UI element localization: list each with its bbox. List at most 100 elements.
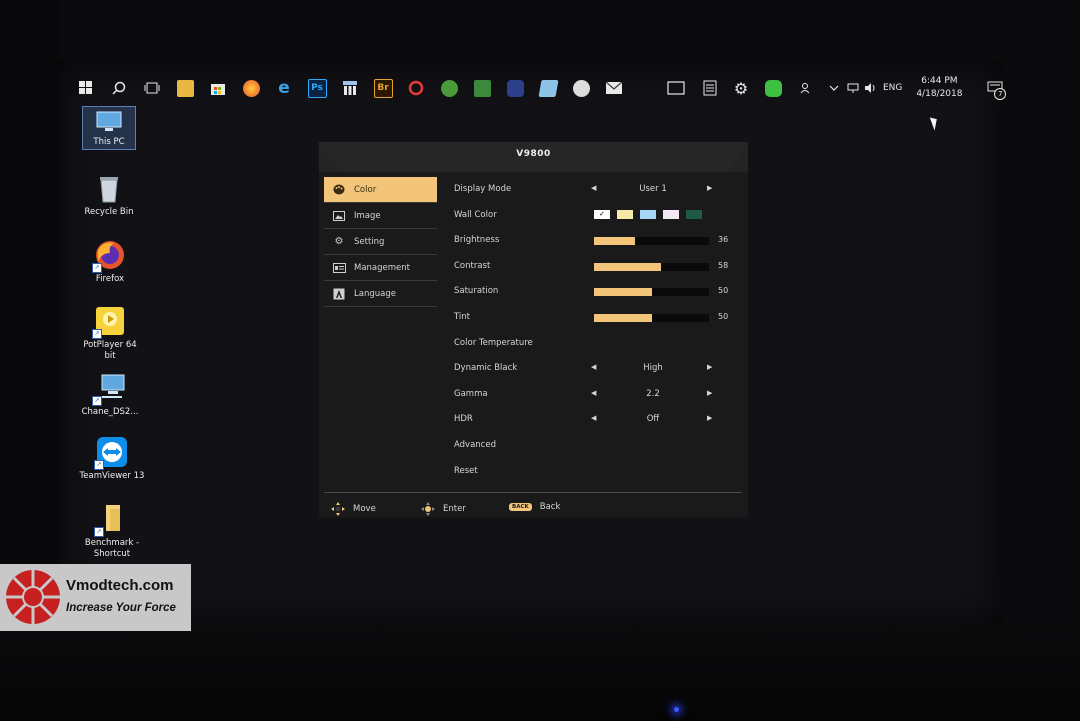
chevron-up-icon[interactable] bbox=[823, 72, 845, 104]
arrow-right-icon[interactable]: ▶ bbox=[707, 389, 712, 397]
photoshop-icon[interactable]: Ps bbox=[301, 72, 333, 104]
osd-category-label: Management bbox=[354, 262, 410, 273]
nero-icon[interactable] bbox=[400, 72, 432, 104]
palette-icon bbox=[332, 184, 346, 196]
setting-wall-color[interactable]: Wall Color ✓ bbox=[449, 202, 744, 228]
arrow-left-icon[interactable]: ◀ bbox=[591, 414, 596, 422]
setting-tint[interactable]: Tint 50 bbox=[449, 304, 744, 330]
shortcut-arrow-icon: ↗ bbox=[94, 460, 104, 470]
taskbar: e Ps Br ⚙ ENG 6:44 PM 4/18/2018 7 bbox=[70, 68, 1007, 108]
slider-fill bbox=[594, 262, 661, 271]
setting-value: 50 bbox=[718, 311, 729, 321]
wall-color-swatch[interactable]: ✓ bbox=[594, 209, 610, 219]
bridge-icon[interactable]: Br bbox=[367, 72, 399, 104]
mail-icon[interactable] bbox=[598, 72, 630, 104]
search-icon[interactable] bbox=[103, 72, 135, 104]
windows-start-icon[interactable] bbox=[70, 72, 102, 104]
checkmark-icon: ✓ bbox=[599, 210, 605, 219]
folder-icon: ↗ bbox=[94, 503, 128, 537]
footer-move-hint: Move bbox=[331, 502, 376, 516]
brightness-slider[interactable] bbox=[594, 237, 709, 246]
desktop-icon-potplayer[interactable]: ↗ PotPlayer 64 bit bbox=[77, 305, 143, 362]
setting-label: Contrast bbox=[454, 260, 491, 271]
setting-saturation[interactable]: Saturation 50 bbox=[449, 278, 744, 304]
clock[interactable]: 6:44 PM 4/18/2018 bbox=[908, 75, 970, 101]
wall-color-swatch[interactable] bbox=[686, 209, 702, 219]
window-icon[interactable] bbox=[660, 72, 692, 104]
setting-label: Wall Color bbox=[454, 209, 497, 220]
setting-value: User 1 bbox=[639, 184, 667, 194]
store-icon[interactable] bbox=[202, 72, 234, 104]
arrow-right-icon[interactable]: ▶ bbox=[707, 363, 712, 371]
setting-advanced[interactable]: Advanced bbox=[449, 432, 744, 458]
arrow-left-icon[interactable]: ◀ bbox=[591, 389, 596, 397]
tint-slider[interactable] bbox=[594, 313, 709, 322]
setting-value: 36 bbox=[718, 235, 729, 245]
wall-color-swatch[interactable] bbox=[663, 209, 679, 219]
paint-icon[interactable] bbox=[565, 72, 597, 104]
gpu-tool-icon[interactable] bbox=[466, 72, 498, 104]
setting-brightness[interactable]: Brightness 36 bbox=[449, 227, 744, 253]
desktop-icon-this-pc[interactable]: This PC bbox=[82, 106, 136, 150]
arrow-left-icon[interactable]: ◀ bbox=[591, 184, 596, 192]
dpad-enter-icon bbox=[421, 502, 435, 516]
people-icon[interactable] bbox=[795, 72, 817, 104]
desktop-icon-label: Chane_DS2... bbox=[81, 407, 139, 417]
osd-category-label: Setting bbox=[354, 236, 385, 247]
system-tray: ENG 6:44 PM 4/18/2018 7 bbox=[795, 68, 1010, 108]
saturation-slider[interactable] bbox=[594, 288, 709, 297]
volume-icon[interactable] bbox=[861, 72, 879, 104]
setting-color-temperature[interactable]: Color Temperature bbox=[449, 330, 744, 356]
osd-category-image[interactable]: Image bbox=[324, 203, 437, 229]
osd-body: Color Image ⚙ Setting Management Languag… bbox=[319, 172, 748, 517]
desktop-icon-label: Recycle Bin bbox=[84, 207, 134, 217]
contrast-slider[interactable] bbox=[594, 262, 709, 271]
dpad-move-icon bbox=[331, 502, 345, 516]
arrow-right-icon[interactable]: ▶ bbox=[707, 414, 712, 422]
setting-hdr[interactable]: HDR ◀ Off ▶ bbox=[449, 406, 744, 432]
shortcut-arrow-icon: ↗ bbox=[92, 396, 102, 406]
robot-app-icon[interactable] bbox=[499, 72, 531, 104]
line-chat-icon[interactable] bbox=[757, 72, 789, 104]
app-grid-icon[interactable] bbox=[334, 72, 366, 104]
teamviewer-icon: ↗ bbox=[94, 436, 128, 470]
notification-icon[interactable]: 7 bbox=[980, 72, 1010, 104]
desktop-icon-firefox[interactable]: ↗ Firefox bbox=[77, 239, 143, 285]
setting-reset[interactable]: Reset bbox=[449, 458, 744, 484]
management-icon bbox=[332, 262, 346, 274]
gear-icon[interactable]: ⚙ bbox=[725, 72, 757, 104]
setting-label: Color Temperature bbox=[454, 337, 533, 348]
paper-app-icon[interactable] bbox=[532, 72, 564, 104]
network-computer-icon: ↗ bbox=[92, 372, 126, 406]
arrow-right-icon[interactable]: ▶ bbox=[707, 184, 712, 192]
osd-category-color[interactable]: Color bbox=[324, 177, 437, 203]
desktop-icon-chane-ds2[interactable]: ↗ Chane_DS2... bbox=[77, 372, 143, 418]
arrow-left-icon[interactable]: ◀ bbox=[591, 363, 596, 371]
desktop-icon-teamviewer[interactable]: ↗ TeamViewer 13 bbox=[79, 436, 145, 482]
calculator-icon[interactable] bbox=[694, 72, 726, 104]
osd-category-setting[interactable]: ⚙ Setting bbox=[324, 229, 437, 255]
vmodtech-logo bbox=[6, 570, 60, 624]
osd-category-management[interactable]: Management bbox=[324, 255, 437, 281]
setting-label: Reset bbox=[454, 465, 478, 476]
setting-label: Saturation bbox=[454, 286, 499, 297]
network-icon[interactable] bbox=[845, 72, 861, 104]
setting-display-mode[interactable]: Display Mode ◀ User 1 ▶ bbox=[449, 176, 744, 202]
setting-contrast[interactable]: Contrast 58 bbox=[449, 253, 744, 279]
language-indicator[interactable]: ENG bbox=[883, 83, 902, 93]
file-explorer-icon[interactable] bbox=[169, 72, 201, 104]
desktop-icon-recycle-bin[interactable]: Recycle Bin bbox=[76, 172, 142, 218]
edge-icon[interactable]: e bbox=[268, 72, 300, 104]
osd-category-language[interactable]: Language bbox=[324, 281, 437, 307]
setting-label: Dynamic Black bbox=[454, 363, 518, 374]
wall-color-swatch[interactable] bbox=[617, 209, 633, 219]
setting-gamma[interactable]: Gamma ◀ 2.2 ▶ bbox=[449, 381, 744, 407]
osd-category-label: Image bbox=[354, 210, 381, 221]
firefox-icon[interactable] bbox=[235, 72, 267, 104]
xbox-icon[interactable] bbox=[433, 72, 465, 104]
setting-dynamic-black[interactable]: Dynamic Black ◀ High ▶ bbox=[449, 355, 744, 381]
desktop-icon-benchmark[interactable]: ↗ Benchmark - Shortcut bbox=[79, 503, 145, 560]
task-view-icon[interactable] bbox=[136, 72, 168, 104]
wall-color-swatch[interactable] bbox=[640, 209, 656, 219]
shortcut-arrow-icon: ↗ bbox=[92, 263, 102, 273]
